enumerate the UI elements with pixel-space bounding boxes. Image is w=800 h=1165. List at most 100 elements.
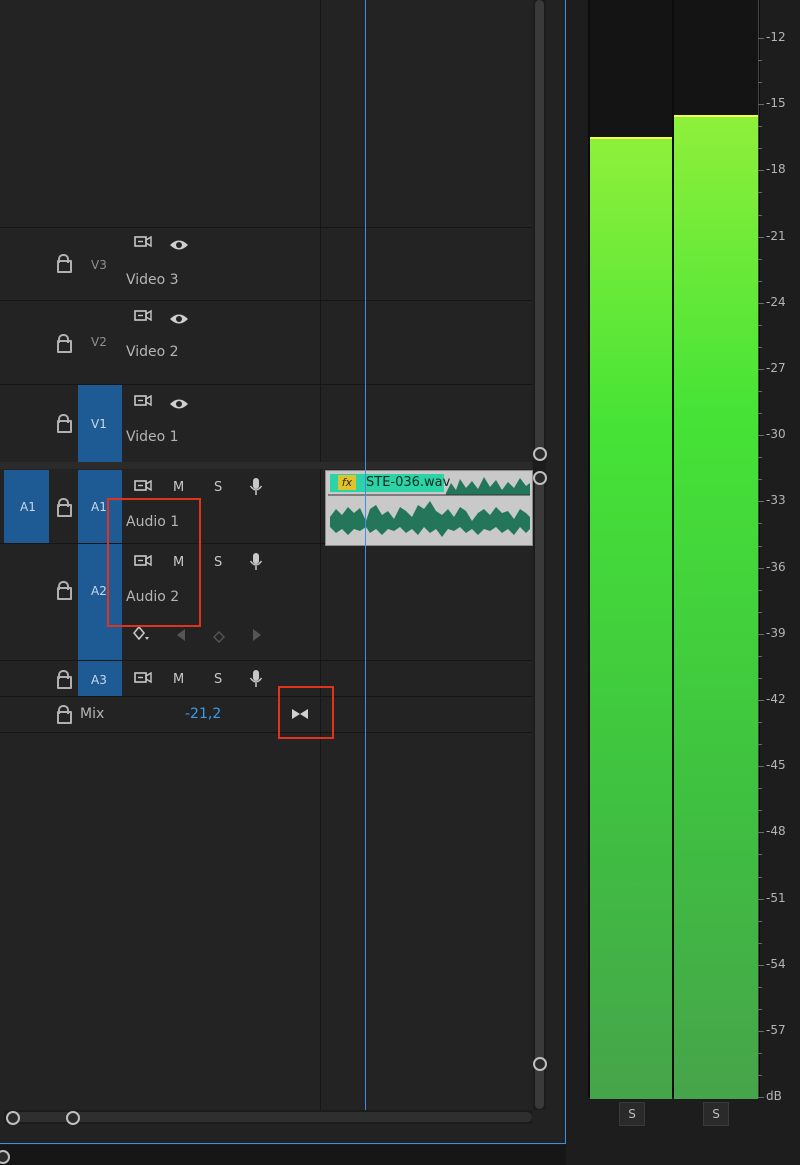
meter-tick <box>758 766 764 768</box>
track-id-v1[interactable]: V1 <box>91 417 107 431</box>
scroll-handle[interactable] <box>533 447 547 461</box>
meter-tick <box>758 369 764 370</box>
source-id-a1[interactable]: A1 <box>20 500 36 514</box>
track-name-video-3[interactable]: Video 3 <box>126 272 179 288</box>
clip-waveform <box>328 477 530 537</box>
vertical-scrollbar[interactable] <box>533 0 546 1110</box>
meter-tick <box>758 38 764 39</box>
sync-lock-icon[interactable] <box>133 671 153 689</box>
eye-icon[interactable] <box>169 237 189 256</box>
meter-minor-tick <box>758 214 762 216</box>
horizontal-scrollbar[interactable] <box>4 1110 532 1124</box>
horizontal-scroll-thumb[interactable] <box>12 1112 532 1122</box>
microphone-icon[interactable] <box>249 552 263 576</box>
lock-icon[interactable] <box>57 498 72 517</box>
meter-scale-line <box>758 0 759 1097</box>
lock-icon[interactable] <box>57 670 72 689</box>
microphone-icon[interactable] <box>249 669 263 693</box>
video-scroll-thumb[interactable] <box>535 0 544 458</box>
scroll-handle[interactable] <box>66 1111 80 1125</box>
meter-tick-label: -18 <box>766 162 786 177</box>
meter-minor-tick <box>758 655 762 657</box>
meter-tick <box>758 898 764 900</box>
lock-icon[interactable] <box>57 581 72 600</box>
playhead[interactable] <box>365 0 366 1110</box>
highlight-box <box>278 686 334 739</box>
meter-minor-tick <box>758 258 762 260</box>
meter-tick-label: -33 <box>766 493 786 508</box>
meter-minor-tick <box>758 677 762 679</box>
meter-minor-tick <box>758 192 762 194</box>
meter-minor-tick <box>758 457 762 459</box>
solo-button[interactable]: S <box>214 672 222 687</box>
meter-tick-label: -39 <box>766 625 786 640</box>
sync-lock-icon[interactable] <box>133 235 153 253</box>
sync-lock-icon[interactable] <box>133 479 153 497</box>
meter-tick-label: -45 <box>766 758 786 773</box>
solo-left-button[interactable]: S <box>619 1102 645 1126</box>
microphone-icon[interactable] <box>249 477 263 501</box>
lock-icon[interactable] <box>57 414 72 433</box>
mute-button[interactable]: M <box>173 672 184 687</box>
meter-minor-tick <box>758 82 762 84</box>
meter-tick <box>758 700 764 701</box>
meter-minor-tick <box>758 545 762 547</box>
track-id-v3[interactable]: V3 <box>91 258 107 272</box>
track-id-v2[interactable]: V2 <box>91 335 107 349</box>
eye-icon[interactable] <box>169 396 189 415</box>
audio-clip[interactable]: fx STE-036.wav <box>325 470 533 546</box>
meter-tick-label: -12 <box>766 30 786 44</box>
meter-minor-tick <box>758 611 762 613</box>
scroll-handle[interactable] <box>533 1057 547 1071</box>
track-id-a1[interactable]: A1 <box>91 500 107 514</box>
previous-keyframe-icon[interactable] <box>176 627 186 646</box>
timeline-panel: V3 Video 3 V2 Video 2 V1 Video 1 A1 A1 M… <box>0 0 566 1144</box>
divider <box>0 696 532 697</box>
mix-volume-value[interactable]: -21,2 <box>185 706 221 722</box>
meter-minor-tick <box>758 810 762 812</box>
meter-tick-label: -21 <box>766 228 786 243</box>
meter-channel-right <box>672 0 760 1099</box>
audio-meters-panel: -12 -15 -18 -21 -24 -27 -30 -33 -36 -39 -42 -45 -48 -… <box>566 0 800 1165</box>
mute-button[interactable]: M <box>173 480 184 495</box>
solo-button[interactable]: S <box>214 555 222 570</box>
meter-tick <box>758 1097 764 1099</box>
meter-tick-label: -54 <box>766 956 786 971</box>
lock-icon[interactable] <box>57 334 72 353</box>
keyframe-options-icon[interactable] <box>132 625 151 647</box>
meter-minor-tick <box>758 413 762 415</box>
solo-button[interactable]: S <box>214 480 222 495</box>
meter-minor-tick <box>758 148 762 150</box>
track-name-video-1[interactable]: Video 1 <box>126 429 179 445</box>
track-id-a3[interactable]: A3 <box>91 673 107 687</box>
meter-minor-tick <box>758 986 762 988</box>
scroll-handle[interactable] <box>533 471 547 485</box>
next-keyframe-icon[interactable] <box>252 627 262 646</box>
audio-scroll-thumb[interactable] <box>535 473 544 1109</box>
panel-focus-border <box>0 1143 566 1144</box>
divider <box>0 227 532 228</box>
add-keyframe-icon[interactable] <box>213 628 225 647</box>
meter-minor-tick <box>758 942 762 944</box>
meter-tick <box>758 633 764 635</box>
meter-tick <box>758 567 764 569</box>
meter-tick-label: -27 <box>766 361 786 375</box>
scroll-handle[interactable] <box>6 1111 20 1125</box>
track-name-video-2[interactable]: Video 2 <box>126 344 179 360</box>
meter-tick-label: -15 <box>766 96 786 111</box>
lock-icon[interactable] <box>57 705 72 724</box>
lock-icon[interactable] <box>57 254 72 273</box>
sync-lock-icon[interactable] <box>133 394 153 412</box>
sync-lock-icon[interactable] <box>133 309 153 327</box>
meter-tick-label: -36 <box>766 559 786 574</box>
meter-tick <box>758 170 764 172</box>
eye-icon[interactable] <box>169 311 189 330</box>
divider <box>0 300 532 301</box>
track-id-a2[interactable]: A2 <box>91 584 107 598</box>
solo-right-button[interactable]: S <box>703 1102 729 1126</box>
meter-tick <box>758 501 764 503</box>
meter-tick <box>758 1031 764 1032</box>
video-audio-divider[interactable] <box>0 462 532 469</box>
meter-minor-tick <box>758 280 762 282</box>
meter-tick-label: -51 <box>766 890 786 905</box>
